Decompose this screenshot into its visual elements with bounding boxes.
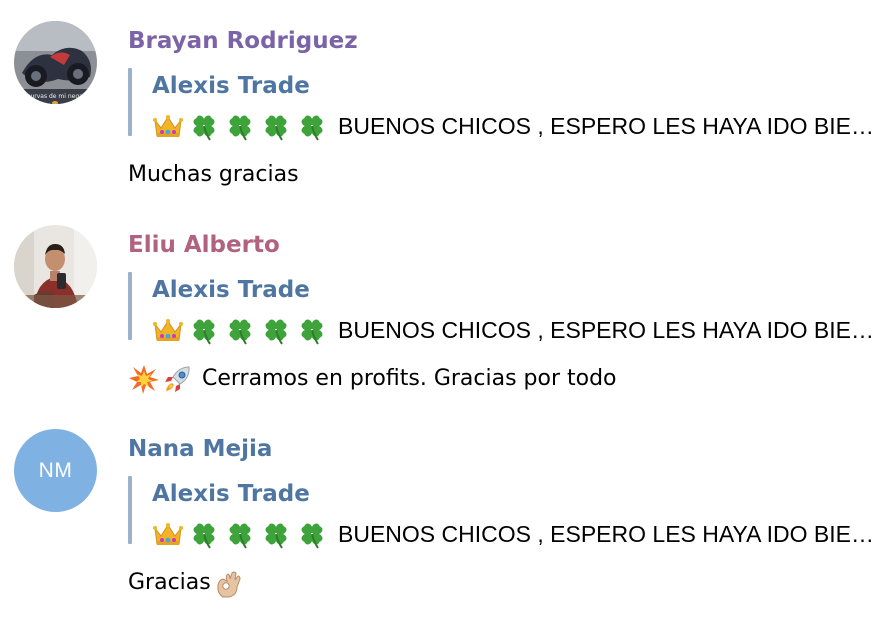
message-2: Eliu Alberto Alexis Trade BUENOS CHICOS … [0,204,875,404]
reply-preview: BUENOS CHICOS , ESPERO LES HAYA IDO BIE… [152,314,874,346]
reply-preview: BUENOS CHICOS , ESPERO LES HAYA IDO BIE… [152,110,874,142]
message-body: Gracias [128,566,245,600]
reply-text: BUENOS CHICOS , ESPERO LES HAYA IDO BIE… [338,521,874,547]
reply-bar [128,272,132,340]
avatar[interactable]: curvas de mi nega [14,21,97,104]
message-body: Cerramos en profits. Gracias por todo [128,362,617,396]
clover-icon [260,314,292,346]
clover-icon [296,314,328,346]
clover-icon [224,110,256,142]
avatar-photo [14,225,97,308]
reply-preview: BUENOS CHICOS , ESPERO LES HAYA IDO BIE… [152,518,874,550]
reply-text: BUENOS CHICOS , ESPERO LES HAYA IDO BIE… [338,317,874,343]
rocket-icon [162,363,194,395]
clover-icon [260,518,292,550]
reply-bar [128,476,132,544]
crown-icon [152,314,184,346]
clover-icon [188,518,220,550]
collision-icon [128,363,160,395]
clover-icon [224,314,256,346]
message-body: Muchas gracias [128,158,299,192]
clover-icon [260,110,292,142]
avatar-photo: curvas de mi nega [14,21,97,104]
reply-text: BUENOS CHICOS , ESPERO LES HAYA IDO BIE… [338,113,874,139]
sender-name[interactable]: Nana Mejia [128,434,272,464]
ok-hand-icon [213,567,245,599]
message-1: curvas de mi nega Brayan Rodriguez Alexi… [0,0,875,200]
reply-quote[interactable]: Alexis Trade BUENOS CHICOS , ESPERO LES … [128,476,874,549]
message-text: Cerramos en profits. Gracias por todo [202,366,617,391]
reply-author: Alexis Trade [152,73,310,99]
reply-author: Alexis Trade [152,481,310,507]
message-text: Muchas gracias [128,162,299,187]
message-text: Gracias [128,570,211,595]
clover-icon [296,110,328,142]
reply-quote[interactable]: Alexis Trade BUENOS CHICOS , ESPERO LES … [128,272,874,345]
sender-name[interactable]: Eliu Alberto [128,230,280,260]
crown-icon [152,110,184,142]
crown-icon [152,518,184,550]
reply-quote[interactable]: Alexis Trade BUENOS CHICOS , ESPERO LES … [128,68,874,141]
avatar[interactable]: NM [14,429,97,512]
clover-icon [224,518,256,550]
avatar-caption: curvas de mi nega [27,93,83,100]
message-3: NM Nana Mejia Alexis Trade BUENOS CHICOS… [0,408,875,608]
clover-icon [188,110,220,142]
clover-icon [188,314,220,346]
clover-icon [296,518,328,550]
reply-author: Alexis Trade [152,277,310,303]
sender-name[interactable]: Brayan Rodriguez [128,26,358,56]
reply-bar [128,68,132,136]
avatar[interactable] [14,225,97,308]
avatar-initials: NM [38,458,73,482]
